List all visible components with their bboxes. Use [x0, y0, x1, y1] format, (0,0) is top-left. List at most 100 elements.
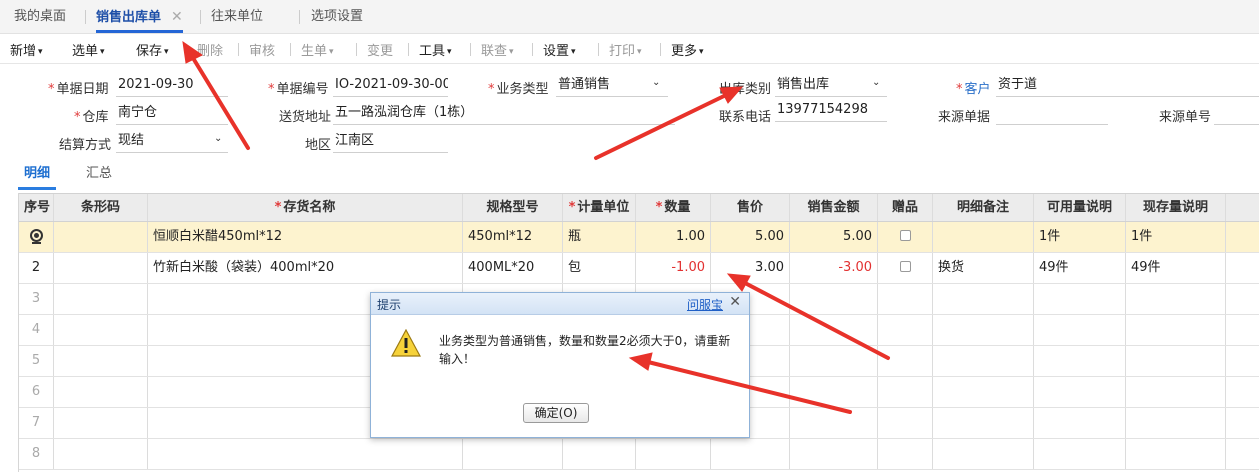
source-no-label: 来源单号	[1159, 110, 1212, 125]
region-label: 地区	[305, 138, 332, 153]
new-button[interactable]: 新增 ▾	[10, 40, 43, 59]
gear-icon	[29, 229, 43, 244]
chevron-down-icon: ▾	[699, 47, 704, 57]
barcode-cell[interactable]	[54, 253, 148, 283]
app-window: 我的桌面 销售出库单 ✕ 往来单位 选项设置 新增 ▾ 选单 ▾ 保存 ▾ 删除 审核 …	[0, 0, 1259, 472]
unit-cell[interactable]: 包	[563, 253, 636, 283]
stock-cell: 1件	[1126, 222, 1226, 252]
tab-partners[interactable]: 往来单位	[211, 0, 263, 33]
tab-label: 我的桌面	[14, 9, 67, 24]
query-button[interactable]: 联查 ▾	[481, 40, 514, 59]
tab-my-desktop[interactable]: 我的桌面	[14, 0, 66, 33]
table-header: 序号 条形码 * 存货名称 规格型号 * 计量单位 * 数量 售价 销售金额 赠品 明…	[19, 193, 1259, 222]
biz-type-label: * 业务类型	[488, 82, 549, 97]
gift-checkbox[interactable]	[878, 222, 933, 252]
tab-label: 选项设置	[311, 9, 364, 24]
dialog-title: 提示	[377, 298, 402, 312]
chevron-down-icon[interactable]: ⌄	[652, 77, 660, 88]
stock-cell: 49件	[1126, 253, 1226, 283]
close-icon[interactable]: ✕	[729, 294, 741, 310]
row-number: 3	[19, 284, 54, 314]
help-link[interactable]: 问服宝	[687, 296, 723, 313]
item-name-cell[interactable]: 竹新白米酸（袋装）400ml*20	[148, 253, 463, 283]
change-button[interactable]: 变更	[367, 40, 393, 59]
barcode-cell[interactable]	[54, 222, 148, 252]
generate-bill-button[interactable]: 生单 ▾	[301, 40, 334, 59]
chevron-down-icon: ▾	[571, 47, 576, 57]
source-doc-label: 来源单据	[938, 110, 991, 125]
spec-cell[interactable]: 400ML*20	[463, 253, 563, 283]
settle-select[interactable]: 现结	[116, 131, 228, 153]
print-button[interactable]: 打印 ▾	[609, 40, 642, 59]
price-cell[interactable]: 3.00	[711, 253, 790, 283]
ok-button[interactable]: 确定(O)	[523, 403, 589, 423]
subtab-detail[interactable]: 明细	[18, 162, 57, 190]
gift-checkbox[interactable]	[878, 253, 933, 283]
customer-label: * 客户	[956, 82, 991, 97]
table-row[interactable]: 恒顺白米醋450ml*12 450ml*12 瓶 1.00 5.00 5.00 …	[19, 222, 1259, 253]
col-header: 售价	[711, 194, 790, 221]
amount-cell[interactable]: 5.00	[790, 222, 878, 252]
remark-cell[interactable]	[933, 222, 1034, 252]
amount-cell[interactable]: -3.00	[790, 253, 878, 283]
date-label: * 单据日期	[48, 82, 109, 97]
table-row[interactable]: 2 竹新白米酸（袋装）400ml*20 400ML*20 包 -1.00 3.0…	[19, 253, 1259, 284]
avail-cell: 1件	[1034, 222, 1126, 252]
tools-button[interactable]: 工具 ▾	[419, 40, 452, 59]
col-header: 销售金额	[790, 194, 878, 221]
subtab-summary[interactable]: 汇总	[86, 162, 112, 181]
qty-cell[interactable]: 1.00	[636, 222, 711, 252]
tab-label: 销售出库单	[96, 10, 162, 25]
more-button[interactable]: 更多 ▾	[671, 40, 704, 59]
tab-options[interactable]: 选项设置	[311, 0, 363, 33]
unit-cell[interactable]: 瓶	[563, 222, 636, 252]
source-doc-field[interactable]	[996, 103, 1108, 125]
warehouse-field[interactable]: 南宁仓	[116, 103, 228, 125]
table-row[interactable]: 8	[19, 439, 1259, 470]
delete-button[interactable]: 删除	[197, 40, 223, 59]
avail-cell: 49件	[1034, 253, 1126, 283]
chevron-down-icon: ▾	[447, 47, 452, 57]
chevron-down-icon: ▾	[100, 47, 105, 57]
settings-button[interactable]: 设置 ▾	[543, 40, 576, 59]
col-header: 现存量说明	[1126, 194, 1226, 221]
out-type-select[interactable]: 销售出库	[775, 75, 887, 97]
checkbox-icon	[899, 261, 911, 272]
price-cell[interactable]: 5.00	[711, 222, 790, 252]
dialog-message: 业务类型为普通销售，数量和数量2必须大于0，请重新输入！	[439, 334, 731, 366]
address-field[interactable]: 五一路泓润仓库（1栋）	[333, 103, 675, 125]
toolbar-divider	[532, 43, 533, 56]
chevron-down-icon[interactable]: ⌄	[872, 77, 880, 88]
chevron-down-icon: ▾	[38, 47, 43, 57]
chevron-down-icon: ▾	[509, 47, 514, 57]
chevron-down-icon[interactable]: ⌄	[214, 133, 222, 144]
address-label: 送货地址	[279, 110, 332, 125]
customer-field[interactable]: 资于道	[996, 75, 1259, 97]
toolbar-divider	[238, 43, 239, 56]
col-header: 序号	[19, 194, 54, 221]
approve-button[interactable]: 审核	[249, 40, 275, 59]
tab-divider	[200, 10, 201, 24]
close-icon[interactable]: ✕	[171, 9, 183, 25]
bill-no-field[interactable]: IO-2021-09-30-001	[333, 75, 448, 97]
row-settings-icon[interactable]	[19, 222, 54, 252]
warehouse-label: * 仓库	[74, 110, 109, 125]
alert-dialog: 提示 问服宝 ✕ 业务类型为普通销售，数量和数量2必须大于0，请重新输入！ 确定…	[370, 292, 750, 438]
tab-divider	[85, 10, 86, 24]
toolbar-divider	[290, 43, 291, 56]
date-field[interactable]: 2021-09-30	[116, 75, 228, 97]
tab-sales-outbound[interactable]: 销售出库单 ✕	[96, 0, 183, 33]
select-bill-button[interactable]: 选单 ▾	[72, 40, 105, 59]
toolbar-divider	[660, 43, 661, 56]
phone-field[interactable]: 13977154298	[775, 100, 887, 122]
spec-cell[interactable]: 450ml*12	[463, 222, 563, 252]
region-field[interactable]: 江南区	[333, 131, 448, 153]
col-header: 明细备注	[933, 194, 1034, 221]
save-button[interactable]: 保存 ▾	[136, 40, 169, 59]
toolbar-divider	[598, 43, 599, 56]
remark-cell[interactable]: 换货	[933, 253, 1034, 283]
chevron-down-icon: ▾	[637, 47, 642, 57]
source-no-field[interactable]	[1214, 103, 1259, 125]
qty-cell[interactable]: -1.00	[636, 253, 711, 283]
item-name-cell[interactable]: 恒顺白米醋450ml*12	[148, 222, 463, 252]
